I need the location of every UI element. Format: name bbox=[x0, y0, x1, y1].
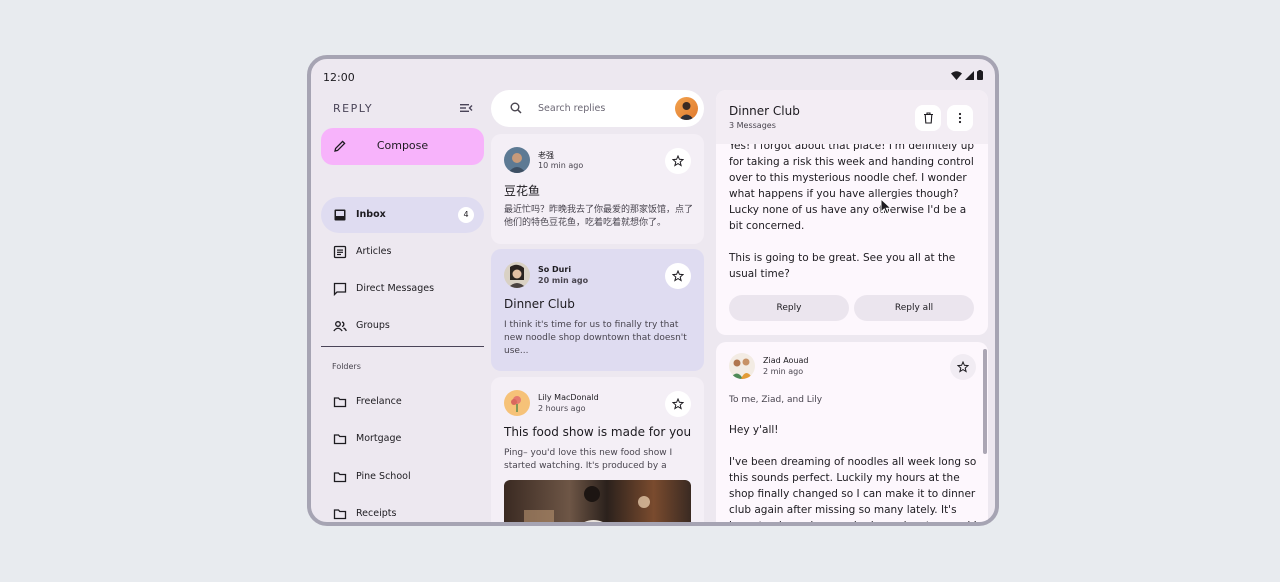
status-time: 12:00 bbox=[323, 71, 355, 84]
more-vert-icon bbox=[958, 112, 962, 124]
email-preview: I think it's time for us to finally try … bbox=[504, 320, 687, 356]
nav-label-inbox: Inbox bbox=[356, 209, 386, 220]
battery-icon bbox=[977, 70, 983, 80]
folder-label: Receipts bbox=[356, 508, 397, 519]
navigation-drawer: REPLY Compose Inbox 4 Articles Direct Me… bbox=[321, 89, 486, 522]
email-time: 2 hours ago bbox=[538, 404, 586, 413]
email-sender: Lily MacDonald bbox=[538, 393, 599, 402]
folder-icon bbox=[333, 434, 347, 445]
nav-label-articles: Articles bbox=[356, 246, 392, 257]
avatar bbox=[504, 262, 530, 288]
status-bar: 12:00 bbox=[311, 59, 995, 93]
article-icon bbox=[333, 245, 347, 259]
nav-item-articles[interactable]: Articles bbox=[321, 234, 484, 270]
message-sender: Ziad Aouad bbox=[763, 356, 809, 365]
folder-label: Freelance bbox=[356, 396, 402, 407]
inbox-badge: 4 bbox=[458, 207, 474, 223]
nav-label-direct-messages: Direct Messages bbox=[356, 283, 435, 294]
folder-pine-school[interactable]: Pine School bbox=[321, 459, 484, 495]
email-card-selected[interactable]: So Duri 20 min ago Dinner Club I think i… bbox=[491, 249, 704, 371]
folder-receipts[interactable]: Receipts bbox=[321, 496, 484, 522]
reply-button[interactable]: Reply bbox=[729, 295, 849, 321]
email-subject: This food show is made for you bbox=[504, 425, 692, 439]
message-body: I've been dreaming of noodles all week l… bbox=[729, 456, 977, 526]
folders-header: Folders bbox=[332, 362, 361, 371]
chat-icon bbox=[333, 282, 347, 296]
thread-detail: Yes! I forgot about that place! I'm defi… bbox=[716, 90, 988, 335]
folder-label: Mortgage bbox=[356, 433, 402, 444]
nav-label-groups: Groups bbox=[356, 320, 390, 331]
folder-label: Pine School bbox=[356, 471, 411, 482]
star-button[interactable] bbox=[665, 148, 691, 174]
star-button[interactable] bbox=[665, 391, 691, 417]
folder-icon bbox=[333, 397, 347, 408]
menu-collapse-icon[interactable] bbox=[459, 101, 473, 115]
email-time: 10 min ago bbox=[538, 161, 584, 170]
avatar bbox=[504, 147, 530, 173]
search-icon bbox=[510, 102, 522, 114]
avatar bbox=[729, 353, 755, 379]
search-bar[interactable]: Search replies bbox=[491, 90, 704, 127]
wifi-icon bbox=[951, 70, 962, 80]
app-brand: REPLY bbox=[333, 102, 374, 115]
thread-title: Dinner Club bbox=[729, 104, 800, 118]
message-recipients: To me, Ziad, and Lily bbox=[729, 395, 823, 405]
more-options-button[interactable] bbox=[947, 105, 973, 131]
email-attachment-image bbox=[504, 480, 691, 522]
trash-icon bbox=[923, 112, 933, 124]
scrollbar[interactable] bbox=[983, 349, 987, 454]
message-body-closing: This is going to be great. See you all a… bbox=[729, 252, 956, 280]
nav-item-direct-messages[interactable]: Direct Messages bbox=[321, 271, 484, 307]
folder-freelance[interactable]: Freelance bbox=[321, 384, 484, 420]
email-sender: So Duri bbox=[538, 265, 572, 274]
thread-message: Ziad Aouad 2 min ago To me, Ziad, and Li… bbox=[716, 342, 988, 526]
email-time: 20 min ago bbox=[538, 276, 589, 285]
profile-avatar[interactable] bbox=[675, 97, 698, 120]
nav-divider bbox=[321, 346, 484, 347]
thread-header: Dinner Club 3 Messages bbox=[716, 90, 988, 144]
message-greeting: Hey y'all! bbox=[729, 424, 779, 436]
star-icon bbox=[672, 398, 684, 410]
signal-icon bbox=[965, 70, 974, 80]
reply-all-button[interactable]: Reply all bbox=[854, 295, 974, 321]
star-icon bbox=[957, 361, 969, 373]
email-subject: 豆花鱼 bbox=[504, 184, 541, 198]
folder-icon bbox=[333, 509, 347, 520]
system-icons bbox=[951, 70, 983, 80]
star-icon bbox=[672, 270, 684, 282]
email-card[interactable]: 老强 10 min ago 豆花鱼 最近忙吗？昨晚我去了你最爱的那家饭馆，点了他… bbox=[491, 134, 704, 244]
avatar bbox=[504, 390, 530, 416]
compose-button[interactable]: Compose bbox=[321, 128, 484, 165]
email-sender: 老强 bbox=[538, 151, 554, 160]
star-icon bbox=[672, 155, 684, 167]
compose-label: Compose bbox=[376, 139, 429, 152]
folder-mortgage[interactable]: Mortgage bbox=[321, 421, 484, 457]
thread-message-count: 3 Messages bbox=[729, 121, 776, 130]
inbox-icon bbox=[334, 209, 346, 221]
search-placeholder: Search replies bbox=[538, 103, 606, 114]
email-card[interactable]: Lily MacDonald 2 hours ago This food sho… bbox=[491, 377, 704, 522]
email-preview: Ping– you'd love this new food show I st… bbox=[504, 448, 673, 471]
star-button[interactable] bbox=[950, 354, 976, 380]
device-frame: 12:00 REPLY Compose Inbox 4 Articles Dir… bbox=[307, 55, 999, 526]
groups-icon bbox=[333, 321, 347, 332]
nav-item-inbox[interactable]: Inbox 4 bbox=[321, 197, 484, 233]
message-body: Yes! I forgot about that place! I'm defi… bbox=[729, 140, 975, 232]
delete-button[interactable] bbox=[915, 105, 941, 131]
nav-item-groups[interactable]: Groups bbox=[321, 308, 484, 344]
folder-icon bbox=[333, 472, 347, 483]
mouse-pointer-icon bbox=[880, 198, 893, 215]
message-time: 2 min ago bbox=[763, 367, 804, 376]
star-button[interactable] bbox=[665, 263, 691, 289]
email-preview: 最近忙吗？昨晚我去了你最爱的那家饭馆，点了他们的特色豆花鱼，吃着吃着就想你了。 bbox=[504, 205, 694, 228]
email-subject: Dinner Club bbox=[504, 297, 575, 311]
